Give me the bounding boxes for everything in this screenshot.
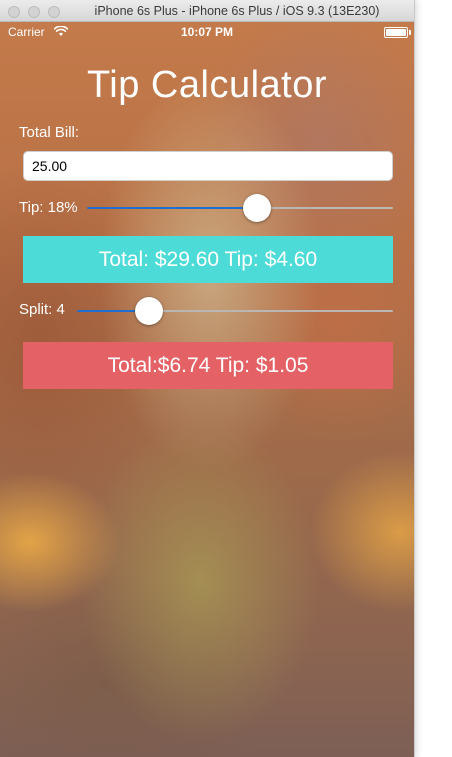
- status-bar: Carrier 10:07 PM: [0, 22, 414, 42]
- bill-amount-input[interactable]: [23, 151, 393, 181]
- split-count-label: Split: 4: [19, 301, 65, 318]
- simulator-window: iPhone 6s Plus - iPhone 6s Plus / iOS 9.…: [0, 0, 415, 757]
- tip-slider-min-track: [87, 207, 257, 209]
- total-bill-label: Total Bill:: [19, 124, 80, 141]
- minimize-window-button[interactable]: [28, 6, 40, 18]
- phone-screen: Carrier 10:07 PM Tip Calculator Total Bi…: [0, 22, 414, 757]
- total-result-box: Total: $29.60 Tip: $4.60: [23, 236, 393, 283]
- battery-icon: [384, 27, 408, 38]
- split-count-slider[interactable]: [77, 296, 393, 326]
- tip-slider-max-track: [257, 207, 393, 209]
- split-slider-max-track: [149, 310, 393, 312]
- battery-tip: [409, 30, 411, 35]
- app-title: Tip Calculator: [86, 64, 327, 106]
- window-title: iPhone 6s Plus - iPhone 6s Plus / iOS 9.…: [94, 4, 380, 18]
- split-result-box: Total:$6.74 Tip: $1.05: [23, 342, 393, 389]
- status-time: 10:07 PM: [180, 25, 234, 39]
- tip-percent-slider[interactable]: [87, 193, 393, 223]
- tip-percent-label: Tip: 18%: [19, 199, 78, 216]
- window-title-bar: iPhone 6s Plus - iPhone 6s Plus / iOS 9.…: [0, 0, 414, 22]
- close-window-button[interactable]: [8, 6, 20, 18]
- zoom-window-button[interactable]: [48, 6, 60, 18]
- tip-slider-thumb[interactable]: [243, 194, 271, 222]
- split-slider-thumb[interactable]: [135, 297, 163, 325]
